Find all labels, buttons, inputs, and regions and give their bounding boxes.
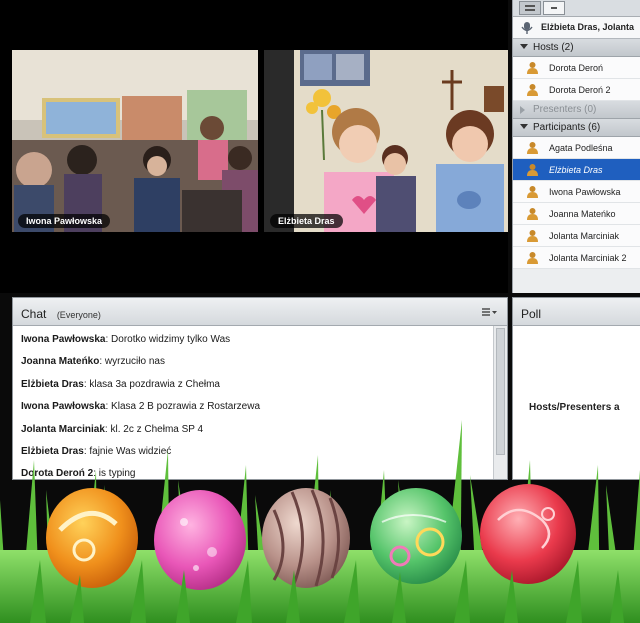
status-view-button[interactable] (543, 1, 565, 15)
chat-message: Joanna Mateńko: wyrzuciło nas (21, 356, 493, 378)
chat-message: Iwona Pawłowska: Dorotko widzimy tylko W… (21, 334, 493, 356)
active-speakers-bar: Elżbieta Dras, Jolanta (513, 17, 640, 39)
video-stage: Iwona Pawłowska Elżbieta Dras (0, 0, 508, 293)
chat-audience: (Everyone) (56, 310, 101, 320)
video-feed-kids[interactable]: Elżbieta Dras (264, 50, 508, 232)
participants-list: Agata Podleśna Elżbieta Dras Iwona Pawłows… (513, 137, 640, 269)
user-icon (527, 62, 538, 74)
attendee-row[interactable]: Agata Podleśna (513, 137, 640, 159)
chat-author: Elżbieta Dras (21, 378, 84, 390)
attendee-toolbar (513, 0, 640, 17)
attendee-name: Joanna Mateńko (549, 209, 616, 219)
attendee-pod: Elżbieta Dras, Jolanta Hosts (2) Dorota … (512, 0, 640, 293)
attendee-row[interactable]: Elżbieta Dras (513, 159, 640, 181)
egg-striped-icon (262, 488, 350, 588)
chat-title: Chat (21, 307, 47, 321)
poll-header: Poll (513, 298, 640, 326)
egg-green-icon (370, 488, 462, 584)
egg-red-icon (480, 484, 576, 584)
egg-pink-icon (154, 490, 246, 590)
user-icon (527, 208, 538, 220)
chat-text: wyrzuciło nas (104, 356, 165, 368)
user-icon (527, 230, 538, 242)
classroom-video-image (12, 50, 258, 232)
attendee-name: Iwona Pawłowska (549, 187, 621, 197)
user-icon (527, 164, 538, 176)
kids-video-image (264, 50, 508, 232)
user-icon (527, 252, 538, 264)
attendee-row[interactable]: Dorota Deroń 2 (513, 79, 640, 101)
user-icon (527, 186, 538, 198)
hosts-section-header[interactable]: Hosts (2) (513, 39, 640, 57)
user-icon (527, 84, 538, 96)
hosts-list: Dorota Deroń Dorota Deroń 2 (513, 57, 640, 101)
presenters-header-label: Presenters (0) (533, 104, 597, 115)
active-speakers-text: Elżbieta Dras, Jolanta (541, 22, 635, 32)
video-feed-classroom[interactable]: Iwona Pawłowska (12, 50, 258, 232)
participants-section-header[interactable]: Participants (6) (513, 119, 640, 137)
chat-author: Joanna Mateńko (21, 356, 100, 368)
microphone-icon (521, 22, 533, 34)
chat-author: Iwona Pawłowska (21, 334, 106, 345)
user-icon (527, 142, 538, 154)
presenters-section-header[interactable]: Presenters (0) (513, 101, 640, 119)
poll-title: Poll (521, 307, 542, 321)
egg-orange-icon (46, 488, 138, 588)
chat-message: Elżbieta Dras: klasa 3a pozdrawia z Cheł… (21, 379, 493, 401)
easter-eggs-grass-overlay (0, 420, 640, 623)
video-label-elzbieta: Elżbieta Dras (270, 214, 343, 228)
chat-text: klasa 3a pozdrawia z Chełma (89, 378, 220, 390)
attendee-row[interactable]: Jolanta Marciniak 2 (513, 247, 640, 269)
attendee-name: Dorota Deroń 2 (549, 85, 611, 95)
hosts-header-label: Hosts (2) (533, 42, 574, 53)
list-view-button[interactable] (519, 1, 541, 15)
chat-text: Dorotko widzimy tylko Was (111, 334, 231, 345)
video-label-iwona: Iwona Pawłowska (18, 214, 111, 228)
collapse-arrow-icon (520, 124, 528, 129)
attendee-name: Dorota Deroń (549, 63, 604, 73)
attendee-row[interactable]: Joanna Mateńko (513, 203, 640, 225)
participants-header-label: Participants (6) (533, 122, 601, 133)
attendee-name: Elżbieta Dras (549, 165, 603, 175)
collapse-arrow-icon (520, 44, 528, 49)
expand-arrow-icon (520, 106, 525, 114)
attendee-name: Jolanta Marciniak (549, 231, 620, 241)
attendee-name: Agata Podleśna (549, 143, 613, 153)
chat-header: Chat (Everyone) (13, 298, 507, 326)
attendee-row[interactable]: Iwona Pawłowska (513, 181, 640, 203)
attendee-row[interactable]: Dorota Deroń (513, 57, 640, 79)
attendee-name: Jolanta Marciniak 2 (549, 253, 627, 263)
pod-menu-icon[interactable] (481, 306, 497, 318)
attendee-row[interactable]: Jolanta Marciniak (513, 225, 640, 247)
